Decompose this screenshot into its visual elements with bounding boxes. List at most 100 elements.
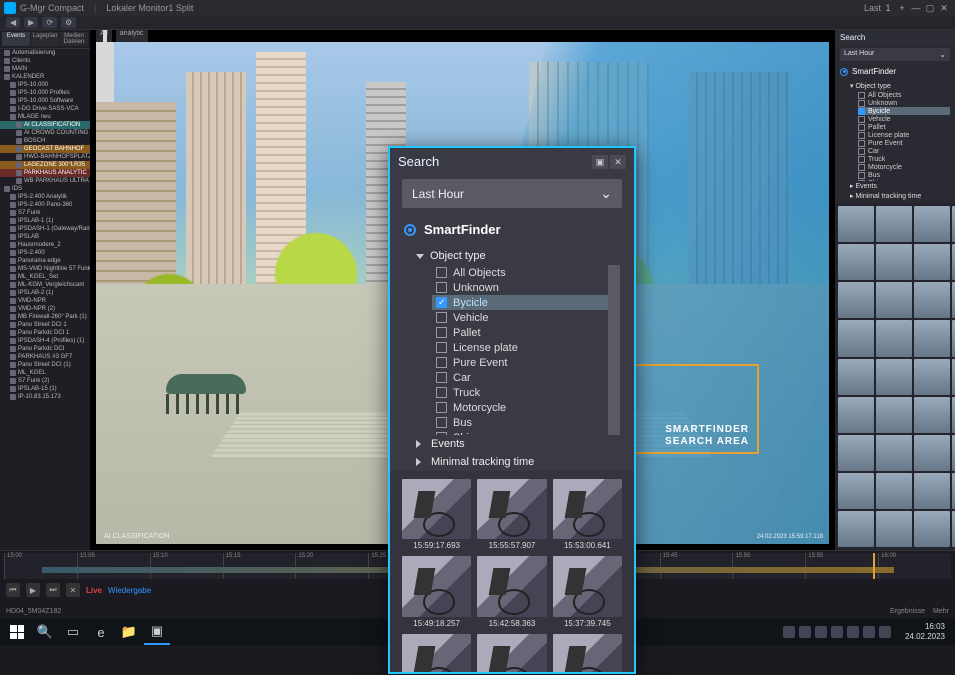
- tree-item[interactable]: IPSLAB-15 (1): [0, 385, 90, 393]
- tree-tab-lageplan[interactable]: Lageplan: [31, 32, 59, 46]
- tray-icon[interactable]: [831, 626, 843, 638]
- tree-item[interactable]: Hausnnodere_2: [0, 241, 90, 249]
- titlebar-plus[interactable]: +: [895, 3, 909, 13]
- object-type-item[interactable]: Motorcycle: [858, 163, 950, 171]
- object-type-item[interactable]: Pure Event: [858, 139, 950, 147]
- tree-item[interactable]: MLAGE neu: [0, 113, 90, 121]
- object-type-item[interactable]: License plate: [858, 131, 950, 139]
- tree-item[interactable]: I-DG Drive-SASS-VCA: [0, 105, 90, 113]
- start-button[interactable]: [4, 619, 30, 645]
- tree-item[interactable]: Pano Street DCI (1): [0, 361, 90, 369]
- result-thumb[interactable]: [914, 320, 950, 356]
- play-button[interactable]: ▶: [26, 583, 40, 597]
- titlebar-last[interactable]: Last: [864, 3, 881, 13]
- window-minimize[interactable]: —: [909, 3, 923, 13]
- window-close[interactable]: ✕: [937, 3, 951, 14]
- result-thumb[interactable]: [838, 320, 874, 356]
- tree-item[interactable]: IPSDASH-1 (Gateway/Ramp): [0, 225, 90, 233]
- object-type-item[interactable]: All Objects: [858, 91, 950, 99]
- tree-item[interactable]: PARKHAUS ANALYTIC: [0, 169, 90, 177]
- result-thumb[interactable]: [914, 397, 950, 433]
- popup-object-type-item[interactable]: Motorcycle: [432, 400, 608, 415]
- popup-object-type-item[interactable]: License plate: [432, 340, 608, 355]
- result-thumb[interactable]: [876, 359, 912, 395]
- popup-object-type-item[interactable]: Truck: [432, 385, 608, 400]
- popup-object-type-item[interactable]: Vehicle: [432, 310, 608, 325]
- result-thumb[interactable]: [876, 397, 912, 433]
- tree-item[interactable]: Pano Street DCI 1: [0, 321, 90, 329]
- popup-result-thumb[interactable]: 15:33:25.405: [553, 634, 622, 672]
- popup-close-icon[interactable]: ✕: [610, 155, 626, 169]
- taskbar-app-icon[interactable]: ▣: [144, 619, 170, 645]
- tray-icon[interactable]: [783, 626, 795, 638]
- tree-item[interactable]: Pano Parkdc DCI 1: [0, 329, 90, 337]
- tree-item[interactable]: Panorama edge: [0, 257, 90, 265]
- popup-object-type-item[interactable]: Pure Event: [432, 355, 608, 370]
- tree-item[interactable]: IPS-10.000: [0, 81, 90, 89]
- toolbar-settings[interactable]: ⚙: [61, 17, 76, 28]
- popup-object-type-item[interactable]: Car: [432, 370, 608, 385]
- popup-result-thumb[interactable]: 15:42:58.363: [477, 556, 546, 627]
- tree-item[interactable]: IP-10.83.15.173: [0, 393, 90, 401]
- search-popup[interactable]: Search ▣ ✕ Last Hour ⌄ SmartFinder Objec…: [388, 146, 636, 674]
- play-next-button[interactable]: ⏭: [46, 583, 60, 597]
- tree-item[interactable]: IPSLAB-1 (1): [0, 217, 90, 225]
- tray-sound-icon[interactable]: [879, 626, 891, 638]
- result-thumb[interactable]: [838, 359, 874, 395]
- result-thumb[interactable]: [876, 435, 912, 471]
- toolbar-refresh[interactable]: ⟳: [42, 17, 57, 28]
- result-thumb[interactable]: [914, 282, 950, 318]
- taskbar-explorer-icon[interactable]: 📁: [116, 619, 142, 645]
- popup-object-type-item[interactable]: Unknown: [432, 280, 608, 295]
- popup-min-tracking-node[interactable]: Minimal tracking time: [416, 453, 620, 471]
- result-thumb[interactable]: [914, 206, 950, 242]
- tree-item[interactable]: Clients: [0, 57, 90, 65]
- tree-item[interactable]: WB PARKHAUS ULTRA: [0, 177, 90, 185]
- popup-result-thumb[interactable]: 15:49:18.257: [402, 556, 471, 627]
- tree-item[interactable]: BOSCH: [0, 137, 90, 145]
- tree-item[interactable]: VMD-NPR: [0, 297, 90, 305]
- events-node[interactable]: ▸ Events: [840, 181, 950, 191]
- tree-item[interactable]: IPS-10.000 Software: [0, 97, 90, 105]
- tree-item[interactable]: S7 Funk: [0, 209, 90, 217]
- tray-network-icon[interactable]: [863, 626, 875, 638]
- result-thumb[interactable]: [876, 244, 912, 280]
- tree-item[interactable]: VMD-NPR (2): [0, 305, 90, 313]
- tree-item[interactable]: ML_KGEL_Set: [0, 273, 90, 281]
- tree-item[interactable]: LAGEZONE 300°LR35: [0, 161, 90, 169]
- object-type-item[interactable]: Vehicle: [858, 115, 950, 123]
- tree-item[interactable]: AI CLASSIFICATION: [0, 121, 90, 129]
- popup-result-thumb[interactable]: 15:59:17.693: [402, 479, 471, 550]
- video-tab-analytic[interactable]: analytic: [116, 30, 148, 42]
- tree-item[interactable]: IPS-2.400: [0, 249, 90, 257]
- tree-item[interactable]: ML-KGM_Vergleichscam: [0, 281, 90, 289]
- status-mehr[interactable]: Mehr: [933, 608, 949, 615]
- object-type-item[interactable]: Bus: [858, 171, 950, 179]
- result-thumb[interactable]: [914, 435, 950, 471]
- object-type-item[interactable]: Unknown: [858, 99, 950, 107]
- tree-item[interactable]: IPSLAB-2 (1): [0, 289, 90, 297]
- result-thumb[interactable]: [914, 511, 950, 547]
- tray-icon[interactable]: [847, 626, 859, 638]
- min-tracking-node[interactable]: ▸ Minimal tracking time: [840, 191, 950, 201]
- result-thumb[interactable]: [876, 282, 912, 318]
- result-thumb[interactable]: [838, 282, 874, 318]
- titlebar-tab-monitor[interactable]: Lokaler Monitor: [106, 3, 168, 13]
- result-thumb[interactable]: [914, 244, 950, 280]
- result-thumb[interactable]: [876, 320, 912, 356]
- tree-item[interactable]: IPSDASH-4 (Profiles) (1): [0, 337, 90, 345]
- tree-item[interactable]: ML_KGEL: [0, 369, 90, 377]
- popup-object-type-item[interactable]: All Objects: [432, 265, 608, 280]
- system-tray[interactable]: [783, 626, 891, 638]
- result-thumb[interactable]: [838, 206, 874, 242]
- tree-item[interactable]: S7 Funk (2): [0, 377, 90, 385]
- popup-time-range-select[interactable]: Last Hour ⌄: [402, 179, 622, 208]
- tree-item[interactable]: KALENDER: [0, 73, 90, 81]
- tree-item[interactable]: MB Firewall-260° Park (1): [0, 313, 90, 321]
- window-maximize[interactable]: ▢: [923, 3, 937, 14]
- object-type-item[interactable]: Car: [858, 147, 950, 155]
- result-thumb[interactable]: [914, 359, 950, 395]
- tree-item[interactable]: HWD-BAHNHOFSPLATZ: [0, 153, 90, 161]
- tree-item[interactable]: Automatisierung: [0, 49, 90, 57]
- tree-item[interactable]: MAIN: [0, 65, 90, 73]
